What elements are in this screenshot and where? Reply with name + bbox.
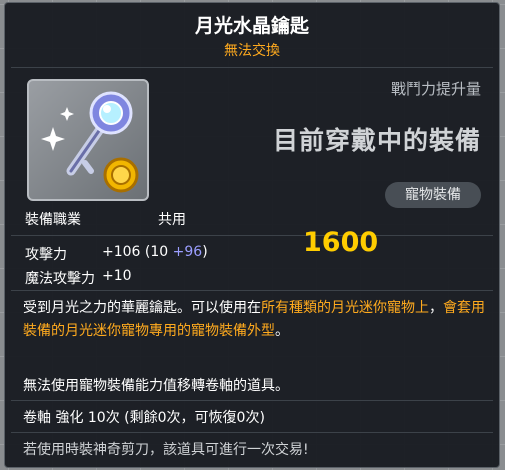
trade-note: 若使用時裝神奇剪刀，該道具可進行一次交易! (23, 442, 309, 458)
desc-text: 受到月光之力的華麗鑰匙。可以使用在 (23, 300, 261, 316)
job-label: 裝備職業 (25, 212, 81, 228)
job-value: 共用 (158, 212, 186, 228)
divider (11, 235, 493, 236)
equipped-item-notice: 目前穿戴中的裝備 (272, 126, 481, 155)
divider (11, 290, 493, 291)
item-restriction: 無法使用寵物裝備能力值移轉卷軸的道具。 (23, 378, 289, 394)
divider (11, 432, 493, 433)
attack-value: +106 (10 +96) (102, 244, 208, 260)
crystal-key-icon (41, 91, 139, 193)
attack-label: 攻擊力 (25, 247, 67, 263)
scroll-upgrade-info: 卷軸 強化 10次 (剩餘0次，可恢復0次) (23, 410, 265, 426)
item-name: 月光水晶鑰匙 (194, 15, 309, 37)
attack-bonus: +96 (172, 244, 203, 260)
combat-power-value: 1600 (303, 227, 379, 258)
combat-power-label: 戰鬥力提升量 (390, 80, 481, 98)
desc-text: ， (429, 300, 443, 316)
magic-attack-value: +10 (102, 268, 132, 284)
item-description: 受到月光之力的華麗鑰匙。可以使用在所有種類的月光迷你寵物上，會套用裝備的月光迷你… (23, 297, 493, 343)
desc-text: 。 (275, 323, 289, 339)
item-icon-frame (27, 79, 149, 201)
category-badge: 寵物裝備 (385, 182, 481, 208)
divider (11, 400, 493, 401)
attack-close: ) (202, 244, 208, 260)
trade-status: 無法交換 (224, 43, 280, 59)
item-tooltip: 月光水晶鑰匙 無法交換 戰鬥力提升量 目前穿戴中的裝備 寵物裝備 裝備職業 共用… (4, 2, 500, 468)
desc-highlight: 所有種類的月光迷你寵物上 (261, 300, 429, 316)
divider (11, 67, 493, 68)
attack-base: +106 (10 (102, 244, 173, 260)
magic-attack-label: 魔法攻擊力 (25, 271, 95, 287)
